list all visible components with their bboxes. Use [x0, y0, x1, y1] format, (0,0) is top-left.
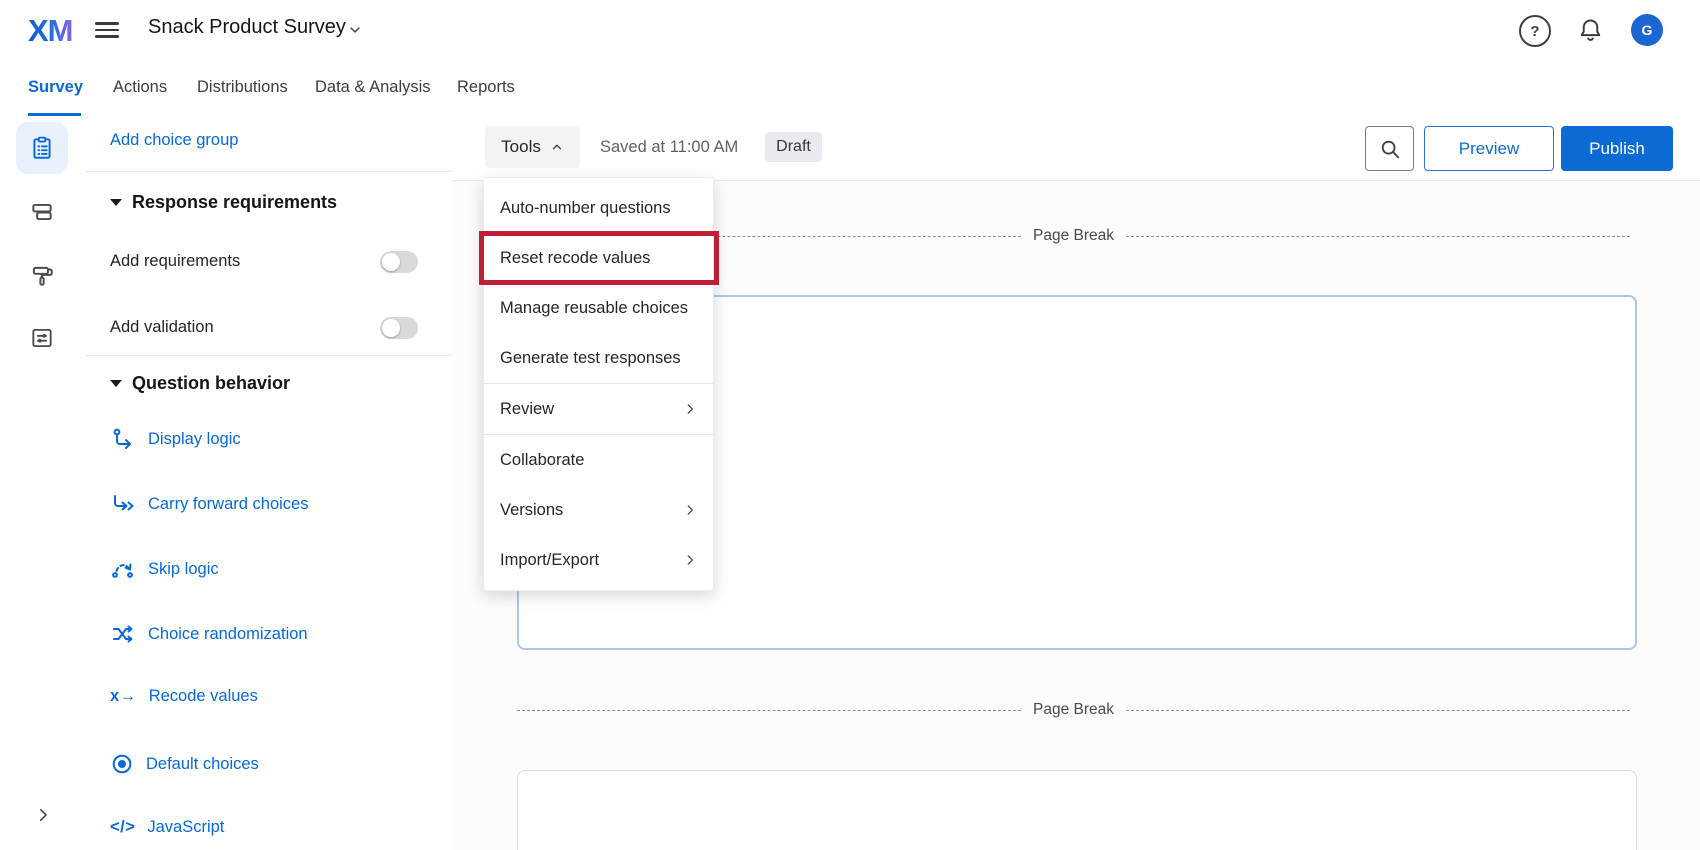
search-icon [1379, 138, 1401, 160]
chevron-up-icon [550, 140, 564, 154]
question-editing-pane [85, 117, 453, 850]
avatar[interactable]: G [1631, 14, 1663, 46]
shuffle-icon [110, 622, 136, 646]
question-card-q8[interactable] [517, 770, 1637, 850]
tab-survey[interactable]: Survey [28, 78, 83, 97]
search-button[interactable] [1365, 126, 1414, 171]
qualtrics-survey-editor: XM Snack Product Survey ? G Survey Actio… [0, 0, 1700, 850]
sidebar-item-skip-logic[interactable]: Skip logic [110, 557, 219, 581]
notifications-button[interactable] [1577, 16, 1604, 43]
survey-title[interactable]: Snack Product Survey [148, 16, 346, 39]
tools-button[interactable]: Tools [485, 126, 580, 168]
sidebar-item-display-logic[interactable]: Display logic [110, 427, 241, 451]
menu-item-manage-reusable-choices[interactable]: Manage reusable choices [484, 283, 713, 333]
preview-button[interactable]: Preview [1424, 126, 1554, 171]
section-response-requirements[interactable]: Response requirements [110, 192, 337, 213]
survey-options-button[interactable] [29, 325, 55, 351]
sidebar-item-carry-forward-choices[interactable]: Carry forward choices [110, 492, 308, 516]
menu-item-generate-test-responses[interactable]: Generate test responses [484, 333, 713, 383]
draft-badge: Draft [765, 132, 822, 162]
tab-data-analysis[interactable]: Data & Analysis [315, 78, 431, 97]
sidebar-item-recode-values[interactable]: x→ Recode values [110, 687, 258, 706]
blocks-button[interactable] [29, 199, 55, 225]
tools-menu: Auto-number questions Reset recode value… [483, 177, 714, 591]
caret-down-icon [110, 380, 122, 387]
sidebar-item-choice-randomization[interactable]: Choice randomization [110, 622, 308, 646]
section-question-behavior[interactable]: Question behavior [110, 373, 290, 394]
add-requirements-toggle[interactable] [380, 251, 418, 273]
publish-button[interactable]: Publish [1561, 126, 1673, 171]
tab-distributions[interactable]: Distributions [197, 78, 288, 97]
paint-roller-icon [29, 263, 55, 289]
menu-item-reset-recode-values[interactable]: Reset recode values [484, 233, 713, 283]
menu-item-import-export[interactable]: Import/Export [484, 535, 713, 585]
tab-actions[interactable]: Actions [113, 78, 167, 97]
survey-builder-button[interactable] [29, 135, 55, 161]
sliders-icon [29, 325, 55, 351]
chevron-right-icon [683, 402, 697, 416]
skip-logic-icon [110, 557, 136, 581]
hamburger-menu-icon[interactable] [95, 22, 119, 40]
menu-item-auto-number-questions[interactable]: Auto-number questions [484, 183, 713, 233]
help-button[interactable]: ? [1519, 15, 1551, 47]
bell-icon [1577, 16, 1604, 43]
menu-item-collaborate[interactable]: Collaborate [484, 435, 713, 485]
chevron-right-icon [34, 806, 52, 824]
code-icon: </> [110, 818, 135, 837]
divider [86, 171, 452, 172]
expand-rail-button[interactable] [34, 806, 52, 824]
sidebar-item-javascript[interactable]: </> JavaScript [110, 818, 224, 837]
add-validation-label: Add validation [110, 318, 214, 337]
xm-logo: XM [28, 13, 73, 49]
clipboard-list-icon [29, 135, 55, 161]
sidebar-item-default-choices[interactable]: Default choices [110, 752, 259, 776]
chevron-down-icon[interactable] [347, 22, 363, 38]
carry-forward-icon [110, 492, 136, 516]
radio-selected-icon [110, 752, 134, 776]
tab-reports[interactable]: Reports [457, 78, 515, 97]
chevron-right-icon [683, 503, 697, 517]
look-and-feel-button[interactable] [29, 263, 55, 289]
left-icon-rail [0, 117, 86, 850]
caret-down-icon [110, 199, 122, 206]
add-requirements-label: Add requirements [110, 252, 240, 271]
page-break: Page Break [517, 701, 1630, 719]
question-mark-icon: ? [1530, 23, 1539, 40]
blocks-icon [29, 199, 55, 225]
display-logic-icon [110, 427, 136, 451]
menu-item-review[interactable]: Review [484, 384, 713, 434]
menu-item-versions[interactable]: Versions [484, 485, 713, 535]
save-status: Saved at 11:00 AM [600, 138, 738, 157]
divider [86, 355, 452, 356]
add-validation-toggle[interactable] [380, 317, 418, 339]
add-choice-group-link[interactable]: Add choice group [110, 131, 238, 150]
active-tab-underline [28, 113, 81, 116]
x-arrow-icon: x→ [110, 687, 137, 706]
chevron-right-icon [683, 553, 697, 567]
